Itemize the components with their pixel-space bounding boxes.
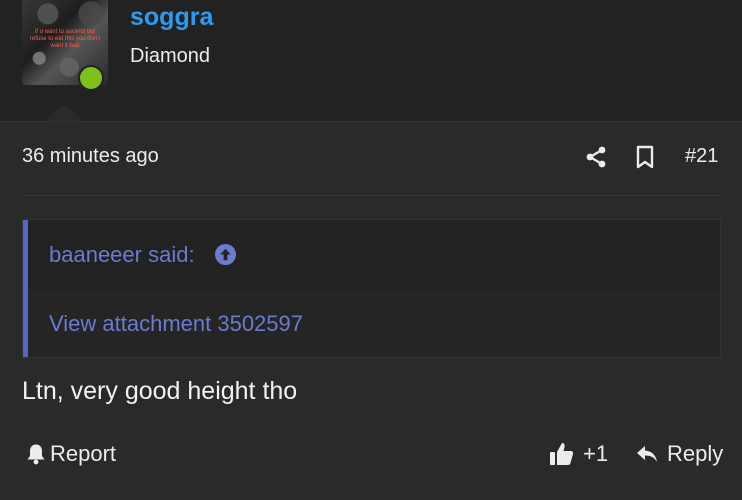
user-rank: Diamond bbox=[130, 45, 211, 67]
post-pointer bbox=[44, 104, 84, 121]
report-button[interactable]: Report bbox=[26, 441, 116, 467]
quote-block: baaneeer said: View attachment 3502597 bbox=[22, 219, 721, 358]
arrow-up-circle-icon[interactable] bbox=[214, 243, 237, 266]
quote-accent-bar bbox=[23, 220, 28, 357]
post-header: if u want to ascend but refuse to eat th… bbox=[0, 0, 742, 121]
avatar-caption: if u want to ascend but refuse to eat th… bbox=[29, 29, 101, 49]
report-label: Report bbox=[50, 441, 117, 466]
thumbs-up-icon bbox=[550, 443, 574, 465]
post-timestamp[interactable]: 36 minutes ago bbox=[22, 145, 159, 168]
like-count: +1 bbox=[583, 441, 609, 466]
like-button[interactable]: +1 bbox=[549, 441, 608, 467]
bell-icon bbox=[27, 444, 45, 465]
post-message: Ltn, very good height tho bbox=[22, 377, 298, 405]
quote-author-link[interactable]: baaneeer said: bbox=[49, 242, 195, 268]
bookmark-icon[interactable] bbox=[634, 145, 656, 169]
username[interactable]: soggra bbox=[130, 3, 213, 32]
share-icon[interactable] bbox=[584, 145, 608, 169]
post-number-link[interactable]: #21 bbox=[685, 145, 718, 168]
divider bbox=[22, 195, 720, 196]
online-status-indicator bbox=[78, 65, 104, 91]
reply-label: Reply bbox=[667, 441, 724, 466]
reply-button[interactable]: Reply bbox=[635, 441, 723, 467]
attachment-link[interactable]: View attachment 3502597 bbox=[49, 311, 303, 337]
reply-arrow-icon bbox=[637, 446, 657, 462]
